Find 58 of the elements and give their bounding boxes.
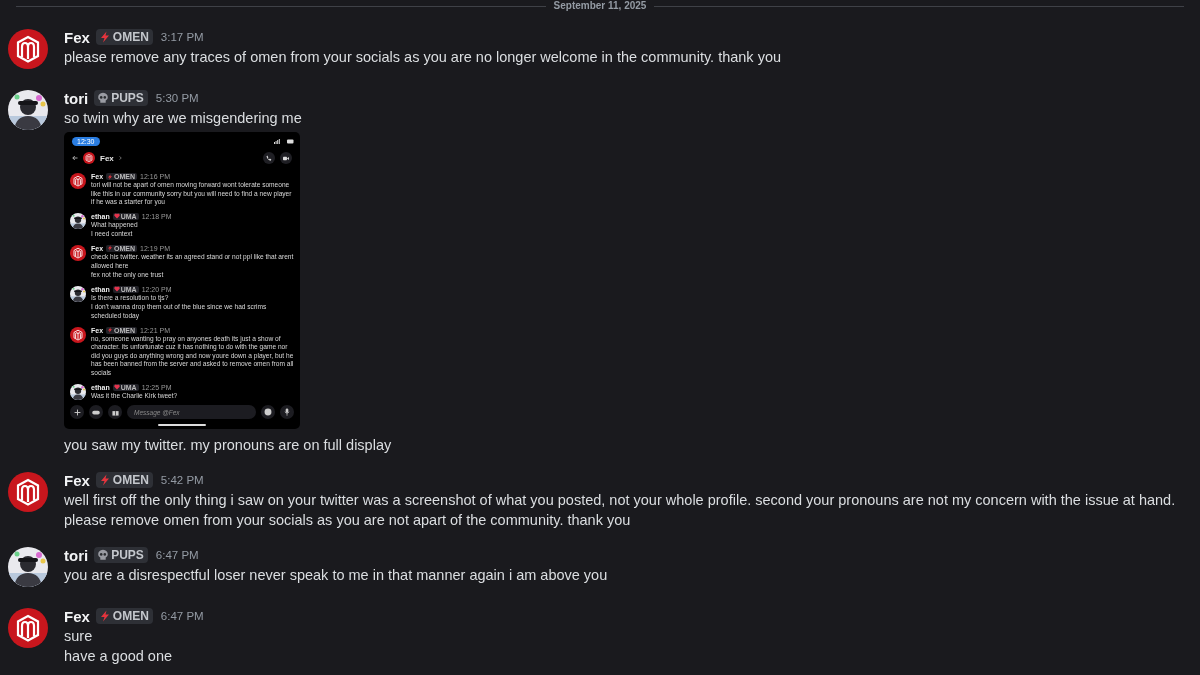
server-tag[interactable]: PUPS <box>94 90 148 106</box>
server-tag[interactable]: OMEN <box>95 608 153 625</box>
logo-avatar[interactable] <box>8 608 48 649</box>
server-tag[interactable]: PUPS <box>94 547 148 564</box>
timestamp: 6:47 PM <box>160 610 204 623</box>
lightning-icon <box>107 173 114 180</box>
logo-avatar[interactable] <box>83 152 95 164</box>
gift-icon <box>111 408 119 416</box>
chevron-icon <box>118 156 122 160</box>
logo-avatar[interactable] <box>8 472 48 513</box>
date-divider: September 11, 2025 <box>553 0 647 12</box>
lightning-icon <box>98 474 111 487</box>
message-text: please remove any traces of omen from your socials as you are no longer welcome in the community. thank you <box>64 48 783 67</box>
call-button[interactable] <box>263 152 275 164</box>
logo-avatar[interactable] <box>70 326 86 343</box>
gamepad-button[interactable] <box>89 405 103 420</box>
phone-icon <box>266 155 272 161</box>
skull-icon <box>97 92 110 104</box>
lightning-icon <box>98 610 111 623</box>
timestamp: 6:47 PM <box>155 549 199 562</box>
heart-icon <box>113 384 120 390</box>
server-tag[interactable]: OMEN <box>95 472 153 489</box>
lightning-icon <box>107 245 114 252</box>
lightning-icon <box>107 327 114 334</box>
plus-icon <box>73 408 81 416</box>
back-arrow-icon[interactable] <box>72 155 78 161</box>
message-text: you are a disrespectful loser never speak to me in that manner again i am above you <box>64 566 609 586</box>
heart-icon <box>113 213 120 220</box>
plus-button[interactable] <box>70 405 84 420</box>
author-name[interactable]: tori <box>64 546 89 564</box>
lightning-icon <box>98 31 111 43</box>
logo-avatar[interactable] <box>70 244 86 261</box>
video-button[interactable] <box>280 152 292 164</box>
microphone-icon <box>284 408 290 417</box>
message-text: you saw my twitter. my pronouns are on full display <box>64 436 393 456</box>
logo-avatar[interactable] <box>8 29 48 69</box>
mic-button[interactable] <box>280 405 294 420</box>
timestamp: 5:42 PM <box>160 474 204 487</box>
camera-icon <box>283 155 289 161</box>
author-name[interactable]: Fex <box>64 28 90 46</box>
attached-screenshot[interactable] <box>64 132 300 430</box>
message-text: have a good one <box>64 647 174 667</box>
author-name[interactable]: Fex <box>64 607 90 625</box>
author-name[interactable]: tori <box>64 89 89 107</box>
author-name[interactable]: Fex <box>64 471 90 489</box>
signal-battery-icon <box>274 138 294 144</box>
timestamp: 5:30 PM <box>155 92 199 104</box>
emoji-button[interactable] <box>261 405 275 420</box>
heart-icon <box>113 286 120 293</box>
message-text: sure <box>64 627 94 647</box>
message-text: so twin why are we misgendering me <box>64 109 303 128</box>
server-tag[interactable]: OMEN <box>95 29 153 45</box>
message-text: well first off the only thing i saw on your twitter was a screenshot of what you posted, not your whole profile. second your pronouns are not my concern with the issue at hand. please remove omen from your socials as you are not apart of the community. thank you <box>64 491 1177 531</box>
logo-avatar[interactable] <box>70 173 86 189</box>
skull-icon <box>97 549 110 562</box>
gift-button[interactable] <box>108 405 122 420</box>
timestamp: 3:17 PM <box>160 31 204 43</box>
chat-title[interactable]: Fex <box>100 153 114 163</box>
